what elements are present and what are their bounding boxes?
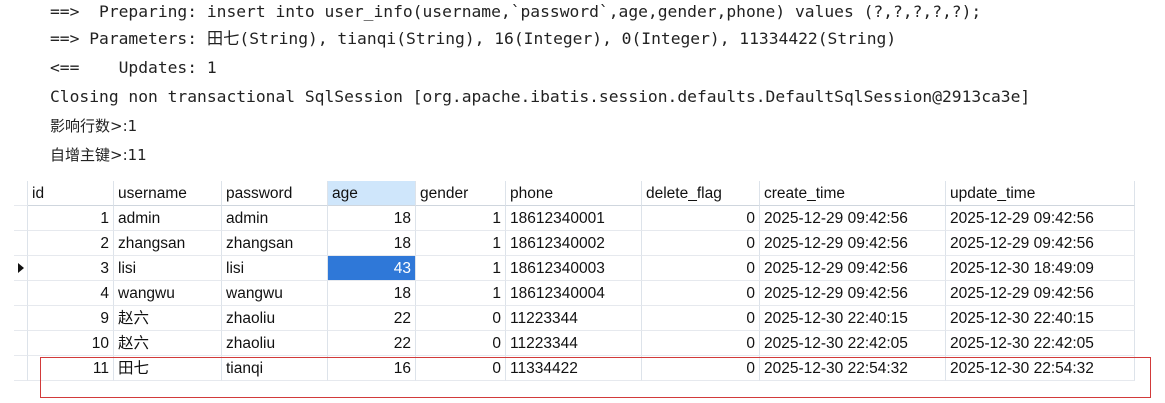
cell-password[interactable]: zhaoliu <box>222 331 328 356</box>
console-line-closing: Closing non transactional SqlSession [or… <box>50 87 1031 106</box>
table-row[interactable]: 3 lisi lisi 43 1 18612340003 0 2025-12-29 09:42… <box>14 256 1135 281</box>
cell-update-time[interactable]: 2025-12-29 09:42:56 <box>946 281 1135 306</box>
row-indicator[interactable] <box>14 331 28 356</box>
cell-delete-flag[interactable]: 0 <box>642 281 760 306</box>
row-indicator[interactable] <box>14 306 28 331</box>
cell-phone[interactable]: 11223344 <box>506 306 642 331</box>
cell-age[interactable]: 18 <box>328 231 416 256</box>
cell-phone[interactable]: 18612340001 <box>506 206 642 231</box>
console-line-updates: <== Updates: 1 <box>50 58 217 77</box>
cell-id[interactable]: 4 <box>28 281 114 306</box>
table-row[interactable]: 2 zhangsan zhangsan 18 1 18612340002 0 2025-12-… <box>14 231 1135 256</box>
cell-password[interactable]: zhangsan <box>222 231 328 256</box>
cell-phone[interactable]: 18612340003 <box>506 256 642 281</box>
header-row: id username password age gender phone delete_f… <box>14 181 1135 206</box>
cell-gender[interactable]: 1 <box>416 206 506 231</box>
column-header-age[interactable]: age <box>328 181 416 206</box>
column-header-create-time[interactable]: create_time <box>760 181 946 206</box>
table-row[interactable]: 1 admin admin 18 1 18612340001 0 2025-12-29 09:… <box>14 206 1135 231</box>
column-header-username[interactable]: username <box>114 181 222 206</box>
cell-create-time[interactable]: 2025-12-30 22:40:15 <box>760 306 946 331</box>
table-row[interactable]: 10 赵六 zhaoliu 22 0 11223344 0 2025-12-30 22:42:… <box>14 331 1135 356</box>
cell-update-time[interactable]: 2025-12-29 09:42:56 <box>946 206 1135 231</box>
row-indicator[interactable] <box>14 356 28 381</box>
row-indicator[interactable] <box>14 206 28 231</box>
cell-username[interactable]: 赵六 <box>114 306 222 331</box>
cell-age[interactable]: 18 <box>328 281 416 306</box>
row-indicator[interactable] <box>14 281 28 306</box>
cell-age[interactable]: 18 <box>328 206 416 231</box>
cell-username[interactable]: zhangsan <box>114 231 222 256</box>
cell-phone[interactable]: 18612340004 <box>506 281 642 306</box>
cell-update-time[interactable]: 2025-12-30 22:42:05 <box>946 331 1135 356</box>
column-header-phone[interactable]: phone <box>506 181 642 206</box>
console-line-preparing: ==> Preparing: insert into user_info(use… <box>50 2 982 21</box>
cell-create-time[interactable]: 2025-12-29 09:42:56 <box>760 281 946 306</box>
console-line-affected-rows: 影响行数>:1 <box>50 117 138 135</box>
column-header-password[interactable]: password <box>222 181 328 206</box>
cell-id[interactable]: 3 <box>28 256 114 281</box>
table-row[interactable]: 9 赵六 zhaoliu 22 0 11223344 0 2025-12-30 22:40:1… <box>14 306 1135 331</box>
cell-delete-flag[interactable]: 0 <box>642 331 760 356</box>
row-indicator-header <box>14 181 28 206</box>
table-row[interactable]: 4 wangwu wangwu 18 1 18612340004 0 2025-12-29 0… <box>14 281 1135 306</box>
cell-username[interactable]: wangwu <box>114 281 222 306</box>
cell-id[interactable]: 1 <box>28 206 114 231</box>
cell-create-time[interactable]: 2025-12-29 09:42:56 <box>760 231 946 256</box>
cell-age[interactable]: 22 <box>328 331 416 356</box>
cell-create-time[interactable]: 2025-12-29 09:42:56 <box>760 256 946 281</box>
cell-password[interactable]: lisi <box>222 256 328 281</box>
column-header-id[interactable]: id <box>28 181 114 206</box>
cell-password[interactable]: zhaoliu <box>222 306 328 331</box>
cell-username[interactable]: 赵六 <box>114 331 222 356</box>
cell-update-time[interactable]: 2025-12-29 09:42:56 <box>946 231 1135 256</box>
row-indicator[interactable] <box>14 231 28 256</box>
cell-username[interactable]: admin <box>114 206 222 231</box>
cell-delete-flag[interactable]: 0 <box>642 231 760 256</box>
console-output: ==> Preparing: insert into user_info(use… <box>0 0 1165 170</box>
cell-gender[interactable]: 1 <box>416 231 506 256</box>
cell-password[interactable]: wangwu <box>222 281 328 306</box>
cell-id[interactable]: 9 <box>28 306 114 331</box>
cell-password[interactable]: admin <box>222 206 328 231</box>
cell-gender[interactable]: 0 <box>416 306 506 331</box>
cell-username[interactable]: lisi <box>114 256 222 281</box>
column-header-update-time[interactable]: update_time <box>946 181 1135 206</box>
cut-off-toolbar <box>0 164 1165 172</box>
cell-update-time[interactable]: 2025-12-30 22:40:15 <box>946 306 1135 331</box>
cell-create-time[interactable]: 2025-12-30 22:42:05 <box>760 331 946 356</box>
cell-id[interactable]: 2 <box>28 231 114 256</box>
cell-delete-flag[interactable]: 0 <box>642 306 760 331</box>
current-row-arrow-icon <box>18 263 24 273</box>
column-header-gender[interactable]: gender <box>416 181 506 206</box>
row-indicator[interactable] <box>14 256 28 281</box>
new-row-highlight-box <box>40 357 1151 398</box>
cell-update-time[interactable]: 2025-12-30 18:49:09 <box>946 256 1135 281</box>
cell-phone[interactable]: 18612340002 <box>506 231 642 256</box>
column-header-delete-flag[interactable]: delete_flag <box>642 181 760 206</box>
cell-age[interactable]: 22 <box>328 306 416 331</box>
cell-delete-flag[interactable]: 0 <box>642 206 760 231</box>
cell-gender[interactable]: 0 <box>416 331 506 356</box>
cell-gender[interactable]: 1 <box>416 281 506 306</box>
cell-phone[interactable]: 11223344 <box>506 331 642 356</box>
cell-delete-flag[interactable]: 0 <box>642 256 760 281</box>
cell-gender[interactable]: 1 <box>416 256 506 281</box>
cell-id[interactable]: 10 <box>28 331 114 356</box>
cell-age[interactable]: 43 <box>328 256 416 281</box>
console-line-parameters: ==> Parameters: 田七(String), tianqi(Strin… <box>50 29 897 48</box>
cell-create-time[interactable]: 2025-12-29 09:42:56 <box>760 206 946 231</box>
